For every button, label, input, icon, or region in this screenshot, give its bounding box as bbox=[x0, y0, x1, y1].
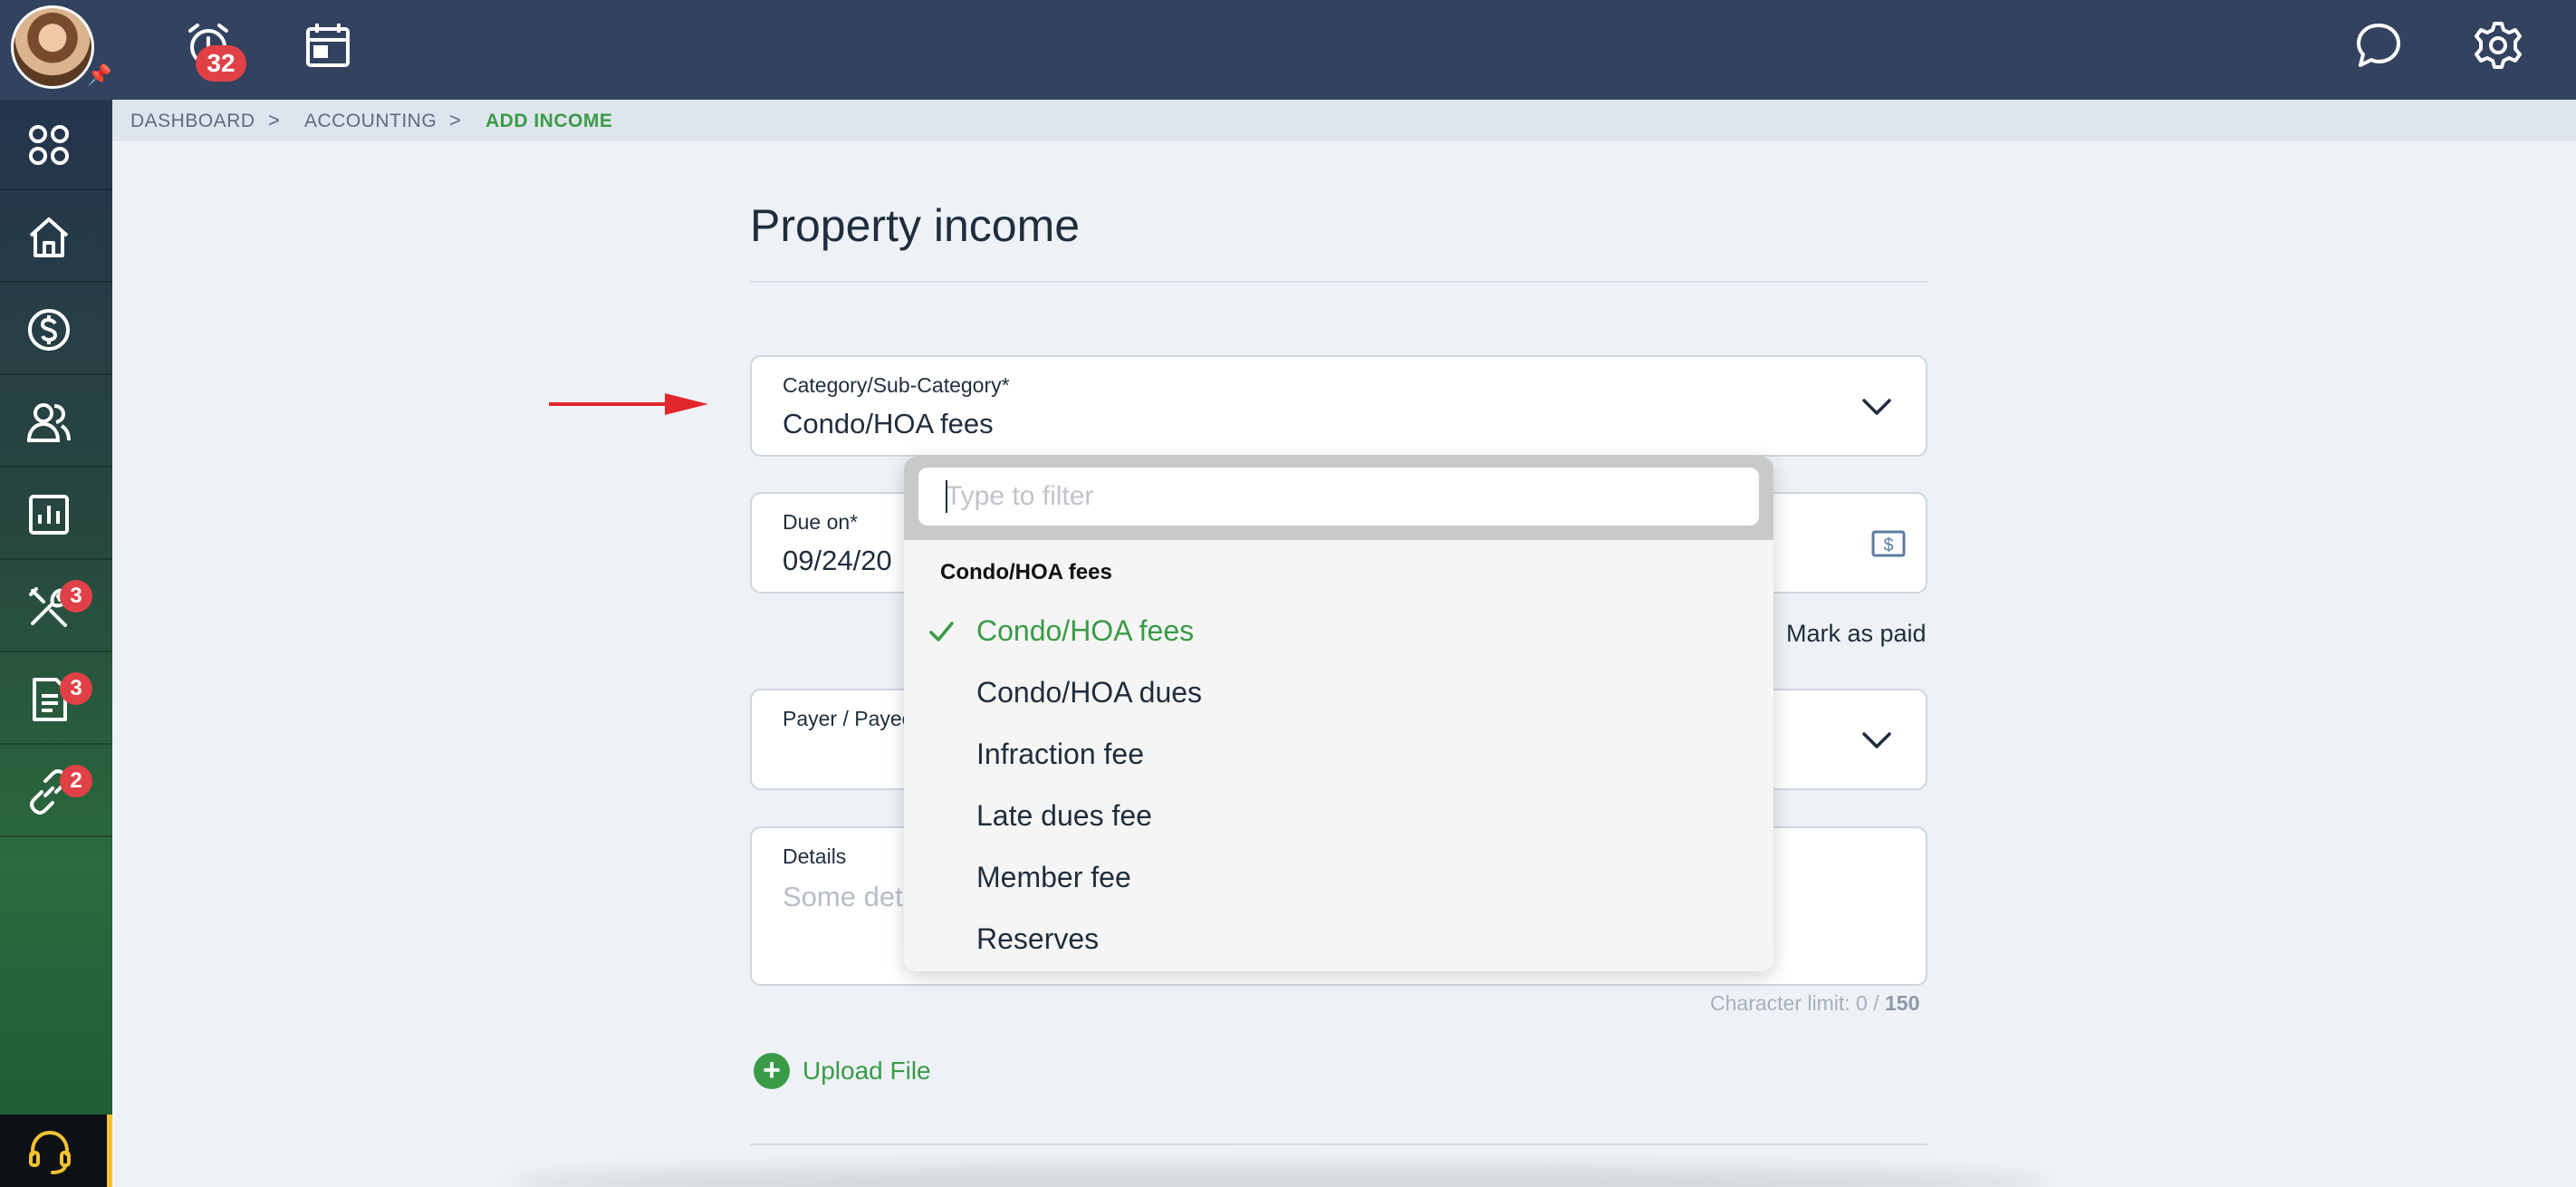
sidebar-item-reports[interactable] bbox=[0, 469, 112, 560]
sidebar-item-home[interactable] bbox=[0, 192, 112, 283]
breadcrumb-dashboard[interactable]: DASHBOARD bbox=[130, 111, 255, 132]
option-label: Condo/HOA fees bbox=[976, 614, 1195, 647]
chevron-down-icon[interactable] bbox=[1860, 727, 1893, 752]
category-dropdown: Condo/HOA fees Condo/HOA fees Condo/HOA … bbox=[904, 457, 1773, 971]
calendar-icon[interactable] bbox=[303, 20, 353, 71]
filter-input[interactable] bbox=[918, 468, 1759, 526]
people-icon bbox=[26, 403, 71, 442]
sidebar-item-connections[interactable]: 2 bbox=[0, 747, 112, 837]
details-label: Details bbox=[783, 844, 847, 868]
divider bbox=[750, 1144, 1927, 1145]
connections-badge: 2 bbox=[60, 765, 92, 797]
mark-as-paid-label[interactable]: Mark as paid bbox=[1786, 620, 1927, 648]
maintenance-badge: 3 bbox=[60, 580, 92, 613]
breadcrumb-separator: > bbox=[449, 109, 461, 131]
reports-icon bbox=[29, 495, 69, 535]
money-icon[interactable]: $ bbox=[1871, 528, 1906, 559]
details-placeholder: Some det bbox=[783, 881, 903, 912]
filter-wrapper bbox=[904, 457, 1773, 540]
text-caret bbox=[946, 480, 947, 513]
category-value: Condo/HOA fees bbox=[783, 408, 994, 439]
breadcrumb-accounting[interactable]: ACCOUNTING bbox=[304, 111, 437, 132]
breadcrumb-add-income: ADD INCOME bbox=[485, 111, 613, 131]
sidebar-item-people[interactable] bbox=[0, 377, 112, 468]
option-label: Member fee bbox=[976, 861, 1131, 893]
settings-icon[interactable] bbox=[2473, 20, 2523, 71]
page-title: Property income bbox=[750, 200, 1081, 251]
apps-icon bbox=[29, 125, 69, 165]
support-button[interactable] bbox=[0, 1115, 112, 1187]
chevron-down-icon[interactable] bbox=[1860, 393, 1893, 419]
option-label: Reserves bbox=[976, 922, 1100, 955]
sidebar-item-apps[interactable] bbox=[0, 100, 112, 190]
dropdown-option-condo-hoa-fees[interactable]: Condo/HOA fees bbox=[904, 602, 1773, 661]
option-label: Infraction fee bbox=[976, 738, 1144, 770]
headset-icon bbox=[29, 1130, 71, 1174]
sidebar-item-accounting[interactable] bbox=[0, 285, 112, 375]
dropdown-group-label: Condo/HOA fees bbox=[940, 560, 1112, 584]
check-icon bbox=[928, 618, 955, 645]
sidebar-item-maintenance[interactable]: 3 bbox=[0, 562, 112, 652]
breadcrumb-separator: > bbox=[268, 109, 280, 131]
upload-file-label: Upload File bbox=[803, 1057, 931, 1085]
top-bar: 📌 32 bbox=[0, 0, 2576, 100]
payer-label: Payer / Payee bbox=[783, 707, 914, 730]
dropdown-option-member-fee[interactable]: Member fee bbox=[904, 848, 1773, 908]
dropdown-option-reserves[interactable]: Reserves bbox=[904, 910, 1773, 970]
due-on-value: 09/24/20 bbox=[783, 545, 892, 576]
sidebar: 3 3 2 bbox=[0, 100, 112, 1187]
category-label: Category/Sub-Category* bbox=[783, 373, 1010, 397]
character-limit: Character limit: 0 / 150 bbox=[1710, 991, 1920, 1015]
footer-shadow bbox=[507, 1165, 2047, 1187]
dropdown-option-late-dues-fee[interactable]: Late dues fee bbox=[904, 787, 1773, 846]
home-icon bbox=[29, 217, 69, 257]
sidebar-item-documents[interactable]: 3 bbox=[0, 654, 112, 745]
dropdown-option-infraction-fee[interactable]: Infraction fee bbox=[904, 725, 1773, 785]
annotation-arrow bbox=[549, 393, 708, 415]
option-label: Condo/HOA dues bbox=[976, 676, 1203, 709]
category-select[interactable]: Category/Sub-Category* Condo/HOA fees bbox=[750, 355, 1927, 457]
dollar-icon bbox=[28, 309, 70, 351]
breadcrumb: DASHBOARD > ACCOUNTING > ADD INCOME bbox=[112, 100, 2576, 141]
notifications-badge: 32 bbox=[196, 45, 246, 82]
plus-icon: + bbox=[754, 1053, 790, 1089]
option-label: Late dues fee bbox=[976, 799, 1152, 832]
pin-icon[interactable]: 📌 bbox=[87, 63, 111, 87]
user-avatar[interactable] bbox=[11, 5, 94, 89]
documents-badge: 3 bbox=[60, 672, 92, 705]
due-on-label: Due on* bbox=[783, 510, 859, 534]
dropdown-option-condo-hoa-dues[interactable]: Condo/HOA dues bbox=[904, 663, 1773, 723]
svg-text:$: $ bbox=[1883, 536, 1893, 555]
divider bbox=[750, 281, 1927, 283]
chat-icon[interactable] bbox=[2353, 20, 2404, 71]
